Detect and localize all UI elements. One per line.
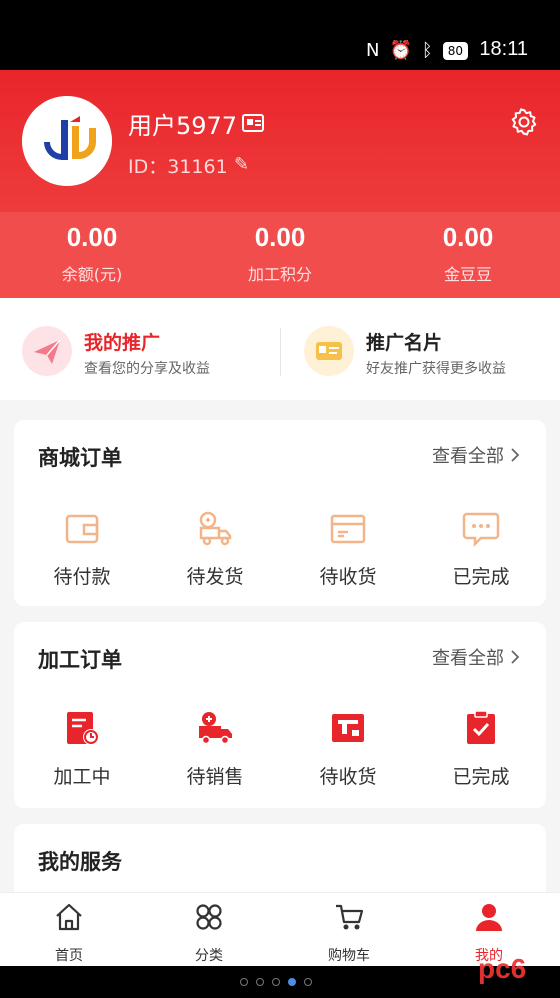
nav-label: 分类 [195,948,223,964]
order-label: 加工中 [53,766,111,788]
cart-icon [336,904,364,930]
order-label: 已完成 [452,566,510,588]
nav-label: 首页 [55,948,83,964]
order-label: 已完成 [452,766,510,788]
nfc-icon: N [366,40,380,61]
member-card-icon[interactable] [242,114,264,132]
chat-bubble-icon [462,512,500,548]
watermark-logo-icon: pc6 [478,953,526,984]
nav-label: 购物车 [328,948,370,964]
mall-orders-card: 商城订单 查看全部 待付款 待发货 待收货 已完成 [14,420,546,606]
promo-divider [280,328,281,376]
processing-orders-card: 加工订单 查看全部 加工中 待销售 待收货 已完成 [14,622,546,808]
nav-cart[interactable]: 购物车 [304,901,394,965]
processing-orders-view-all[interactable]: 查看全部 [432,644,520,670]
processing-pending-receipt-button[interactable]: 待收货 [298,708,398,789]
mall-orders-view-all[interactable]: 查看全部 [432,442,520,468]
page-indicator [240,978,312,986]
view-all-label: 查看全部 [432,446,504,467]
points-stat[interactable]: 0.00 加工积分 [210,222,350,285]
order-label: 待收货 [319,566,377,588]
package-icon [330,514,366,544]
logo-icon [22,96,112,186]
promo-card-title: 推广名片 [366,332,443,354]
balance-label: 余额(元) [61,265,123,284]
battery-icon: 80 [442,41,468,60]
status-bar: N ⏰ ᛒ 80 18:11 [0,0,560,70]
order-label: 待销售 [186,766,244,788]
wallet-icon [65,514,99,544]
order-label: 待发货 [186,566,244,588]
gold-beans-label: 金豆豆 [443,265,492,284]
home-icon [56,903,82,931]
my-promotion-subtitle: 查看您的分享及收益 [84,361,210,377]
phone-screen: { "status_bar": {"time": "18:11", "batte… [0,0,560,998]
bluetooth-icon: ᛒ [421,40,433,61]
view-all-label: 查看全部 [432,648,504,669]
awaiting-sale-button[interactable]: 待销售 [165,708,265,789]
paper-plane-icon [22,326,72,376]
page-dot [272,978,280,986]
balance-stat[interactable]: 0.00 余额(元) [22,222,162,285]
svg-text:pc6: pc6 [478,953,526,984]
settings-gear-icon[interactable] [510,108,538,136]
sale-truck-icon [199,712,232,745]
category-icon [196,904,222,930]
page-dot [256,978,264,986]
status-time: 18:11 [479,38,528,60]
username: 用户5977 [128,112,238,140]
promo-card-subtitle: 好友推广获得更多收益 [366,361,506,377]
points-value: 0.00 [254,222,306,252]
my-services-title: 我的服务 [38,850,122,874]
completed-button[interactable]: 已完成 [431,508,531,589]
alarm-icon: ⏰ [389,40,412,61]
gold-beans-stat[interactable]: 0.00 金豆豆 [398,222,538,285]
promo-card-button[interactable]: 推广名片 好友推广获得更多收益 [304,326,544,378]
chevron-right-icon [511,650,520,664]
avatar[interactable] [22,96,112,186]
pending-shipment-button[interactable]: 待发货 [165,508,265,589]
clipboard-check-icon [467,710,495,744]
delivery-truck-icon [199,511,232,546]
order-label: 待收货 [319,766,377,788]
document-clock-icon [67,712,99,745]
mall-orders-title: 商城订单 [38,446,122,470]
my-promotion-button[interactable]: 我的推广 查看您的分享及收益 [22,326,262,378]
my-promotion-title: 我的推广 [84,332,161,354]
page-dot [304,978,312,986]
status-icons: N ⏰ ᛒ 80 [366,40,468,61]
user-id: ID：31161 [128,156,228,178]
processing-orders-title: 加工订单 [38,648,122,672]
gold-beans-value: 0.00 [442,222,494,252]
pending-receipt-button[interactable]: 待收货 [298,508,398,589]
profile-icon [476,904,502,931]
processing-completed-button[interactable]: 已完成 [431,708,531,789]
edit-icon[interactable]: ✎ [234,154,249,175]
business-card-icon [304,326,354,376]
order-label: 待付款 [53,566,111,588]
profile-header: 用户5977 ID：31161 ✎ 0.00 余额(元) 0.00 加工积分 0… [0,70,560,298]
promo-row: 我的推广 查看您的分享及收益 推广名片 好友推广获得更多收益 [0,298,560,400]
nav-home[interactable]: 首页 [24,901,114,965]
receive-box-icon [332,714,364,742]
points-label: 加工积分 [247,265,312,284]
nav-category[interactable]: 分类 [164,901,254,965]
page-dot [240,978,248,986]
balance-value: 0.00 [66,222,118,252]
chevron-right-icon [511,448,520,462]
pending-payment-button[interactable]: 待付款 [32,508,132,589]
page-dot-active [288,978,296,986]
processing-button[interactable]: 加工中 [32,708,132,789]
